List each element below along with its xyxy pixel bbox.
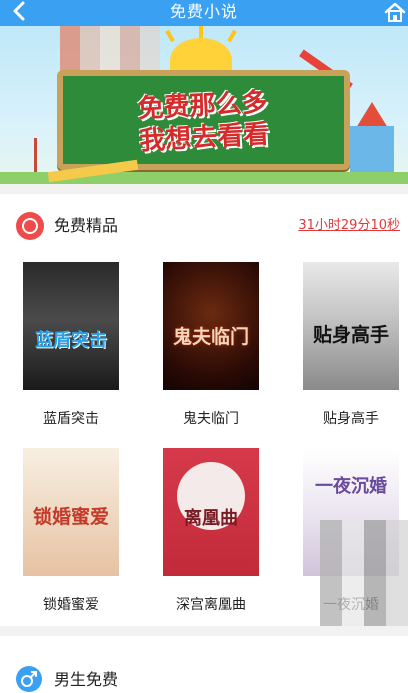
sun-ray bbox=[199, 26, 203, 38]
free-badge-icon bbox=[16, 212, 44, 240]
book-title[interactable]: 鬼夫临门 bbox=[151, 410, 271, 428]
promo-banner[interactable]: 免费那么多 我想去看看 bbox=[0, 26, 408, 184]
home-icon[interactable] bbox=[384, 2, 406, 22]
tree-illustration bbox=[34, 138, 52, 176]
cover-title: 一夜沉婚 bbox=[315, 476, 387, 497]
book-title[interactable]: 深宫离凰曲 bbox=[151, 596, 271, 614]
page-title: 免费小说 bbox=[169, 2, 238, 21]
book-cover[interactable]: 贴身高手 bbox=[303, 262, 399, 390]
book-title[interactable]: 蓝盾突击 bbox=[11, 410, 131, 428]
book-cover[interactable]: 鬼夫临门 bbox=[163, 262, 259, 390]
house-illustration bbox=[350, 126, 394, 178]
cover-title: 鬼夫临门 bbox=[172, 326, 249, 348]
section-title: 男生免费 bbox=[54, 670, 119, 689]
book-cover[interactable]: 锁婚蜜爱 bbox=[23, 448, 119, 576]
book-cover[interactable]: 离凰曲 bbox=[163, 448, 259, 576]
house-roof-illustration bbox=[356, 102, 388, 128]
book-title[interactable]: 贴身高手 bbox=[291, 410, 408, 428]
section-title: 免费精品 bbox=[54, 216, 119, 235]
cover-title: 贴身高手 bbox=[312, 324, 389, 346]
male-icon bbox=[16, 666, 42, 692]
pixelated-overlay bbox=[320, 520, 408, 640]
top-bar: 免费小说 bbox=[0, 0, 408, 26]
section-divider bbox=[0, 626, 408, 636]
sun-ray bbox=[227, 29, 237, 43]
cover-title: 离凰曲 bbox=[184, 508, 238, 529]
countdown-link[interactable]: 31小时29分10秒 bbox=[298, 218, 400, 234]
banner-headline: 免费那么多 我想去看看 bbox=[62, 83, 346, 162]
chalkboard: 免费那么多 我想去看看 bbox=[57, 70, 350, 170]
male-free-section: 男生免费 bbox=[0, 636, 408, 693]
book-title[interactable]: 锁婚蜜爱 bbox=[11, 596, 131, 614]
cover-title: 锁婚蜜爱 bbox=[32, 506, 109, 528]
book-cover[interactable]: 蓝盾突击 bbox=[23, 262, 119, 390]
sun-ray bbox=[165, 29, 175, 43]
cover-title: 蓝盾突击 bbox=[35, 330, 107, 351]
